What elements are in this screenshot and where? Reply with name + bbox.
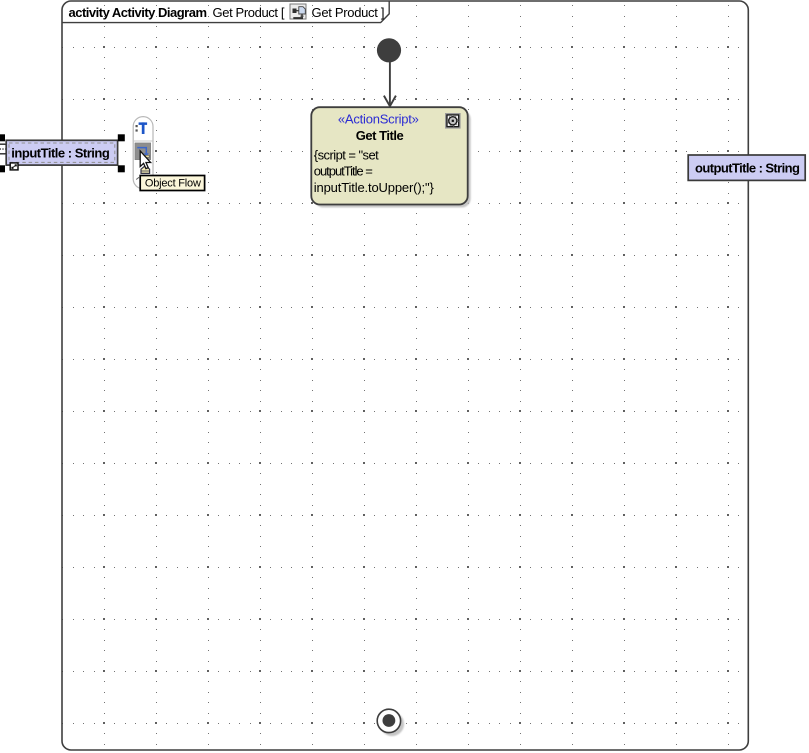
svg-text:Get Product ]: Get Product ] — [312, 5, 385, 20]
svg-text:Get Title: Get Title — [356, 128, 404, 143]
svg-text:outputTitle =: outputTitle = — [314, 164, 373, 179]
svg-text:{script = "set: {script = "set — [314, 147, 379, 162]
svg-text:outputTitle : String: outputTitle : String — [695, 160, 800, 175]
svg-text:inputTitle : String: inputTitle : String — [11, 145, 110, 160]
svg-text:Get Product [: Get Product [ — [213, 5, 285, 20]
svg-text:Object Flow: Object Flow — [145, 177, 201, 189]
svg-text:«ActionScript»: «ActionScript» — [338, 111, 419, 126]
svg-text:activity Activity Diagram: activity Activity Diagram — [69, 5, 208, 20]
svg-text:inputTitle.toUpper();"}: inputTitle.toUpper();"} — [314, 180, 435, 195]
